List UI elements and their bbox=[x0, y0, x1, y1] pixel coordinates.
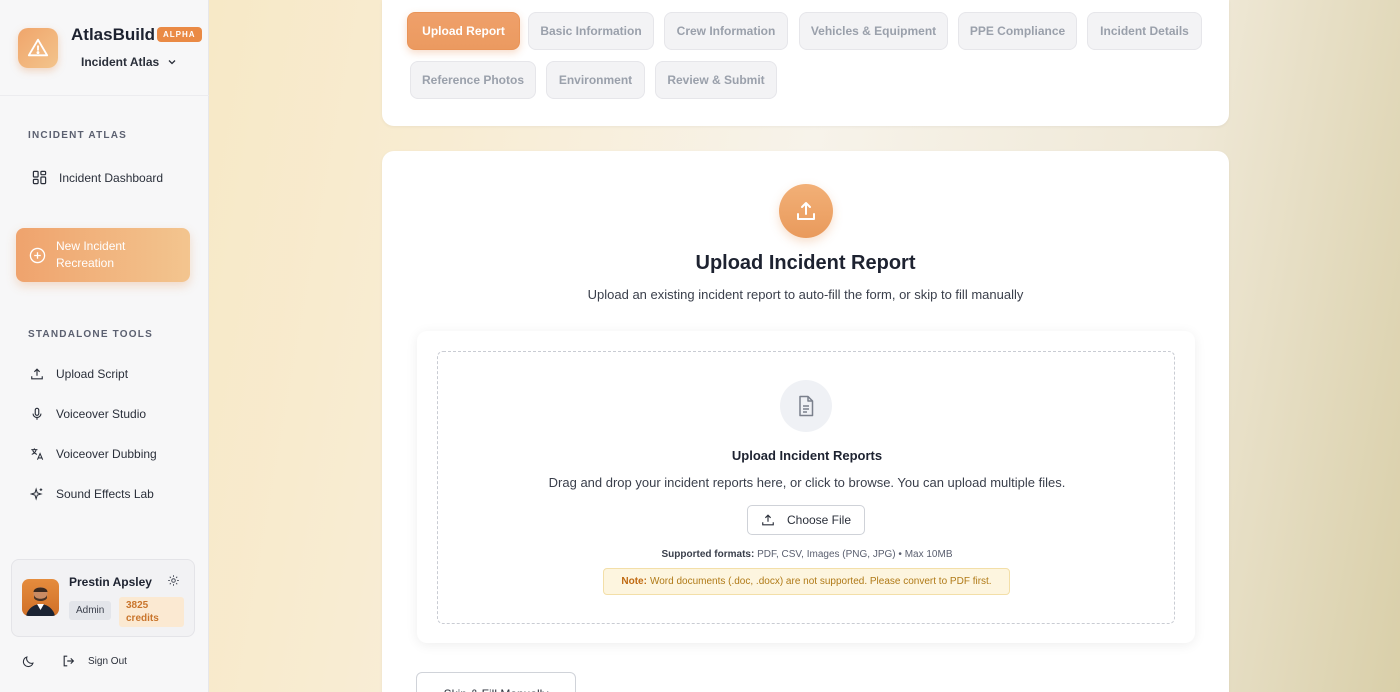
role-badge: Admin bbox=[69, 601, 112, 620]
section-label-incident-atlas: INCIDENT ATLAS bbox=[28, 130, 128, 141]
sidebar-item-upload-script[interactable]: Upload Script bbox=[30, 367, 128, 381]
user-card: Prestin Apsley Admin 3825 credits bbox=[11, 559, 195, 637]
tab-incident-details[interactable]: Incident Details bbox=[1087, 12, 1202, 50]
word-docs-note: Note: Word documents (.doc, .docx) are n… bbox=[603, 568, 1010, 595]
chevron-down-icon bbox=[168, 60, 176, 65]
sidebar-item-label: Incident Dashboard bbox=[59, 170, 164, 185]
tab-reference-photos[interactable]: Reference Photos bbox=[410, 61, 536, 99]
upload-icon bbox=[762, 514, 774, 526]
tab-environment[interactable]: Environment bbox=[546, 61, 645, 99]
formats-label: Supported formats: bbox=[661, 549, 755, 560]
sidebar-item-label: Voiceover Studio bbox=[56, 407, 147, 421]
upload-icon bbox=[31, 368, 43, 380]
tab-ppe-compliance[interactable]: PPE Compliance bbox=[958, 12, 1077, 50]
tab-upload-report[interactable]: Upload Report bbox=[407, 12, 520, 50]
sign-out-label: Sign Out bbox=[88, 655, 127, 667]
upload-icon bbox=[779, 184, 833, 238]
note-label: Note: bbox=[621, 576, 647, 587]
supported-formats: Supported formats: PDF, CSV, Images (PNG… bbox=[438, 549, 1176, 560]
page-subtitle: Upload an existing incident report to au… bbox=[587, 287, 1024, 302]
tab-review-submit[interactable]: Review & Submit bbox=[655, 61, 777, 99]
sidebar-footer: Sign Out bbox=[22, 654, 127, 668]
sidebar-item-incident-dashboard[interactable]: Incident Dashboard bbox=[32, 170, 163, 185]
user-name: Prestin Apsley bbox=[69, 575, 152, 589]
upload-report-card: Upload Incident Report Upload an existin… bbox=[382, 151, 1229, 692]
sidebar-item-voiceover-dubbing[interactable]: Voiceover Dubbing bbox=[30, 447, 157, 461]
tab-basic-information[interactable]: Basic Information bbox=[528, 12, 654, 50]
cta-label: New Incident Recreation bbox=[56, 239, 126, 270]
workspace-switcher[interactable]: Incident Atlas bbox=[81, 55, 177, 69]
sidebar-item-label: Upload Script bbox=[56, 367, 129, 381]
formats-value: PDF, CSV, Images (PNG, JPG) • Max 10MB bbox=[757, 549, 953, 560]
moon-icon[interactable] bbox=[22, 655, 35, 668]
sidebar: AtlasBuild ALPHA Incident Atlas INCIDENT… bbox=[0, 0, 209, 692]
sidebar-item-label: Voiceover Dubbing bbox=[56, 447, 157, 461]
choose-file-button[interactable]: Choose File bbox=[747, 505, 865, 535]
warning-logo-icon bbox=[18, 28, 58, 68]
translate-icon bbox=[31, 448, 44, 460]
step-tabs-card: Upload Report Basic Information Crew Inf… bbox=[382, 0, 1229, 126]
upload-panel: Upload Incident Reports Drag and drop yo… bbox=[417, 331, 1195, 643]
page-title: Upload Incident Report bbox=[695, 252, 916, 274]
sidebar-item-sound-effects-lab[interactable]: Sound Effects Lab bbox=[30, 487, 154, 501]
section-label-standalone-tools: STANDALONE TOOLS bbox=[28, 329, 153, 340]
gear-icon[interactable] bbox=[167, 574, 180, 587]
microphone-icon bbox=[32, 407, 42, 420]
workspace-name: Incident Atlas bbox=[81, 55, 160, 69]
credits-badge: 3825 credits bbox=[119, 597, 184, 627]
skip-fill-manually-button[interactable]: Skip & Fill Manually bbox=[416, 672, 576, 692]
dropzone-title: Upload Incident Reports bbox=[731, 448, 883, 463]
sign-out-button[interactable]: Sign Out bbox=[62, 654, 127, 668]
file-dropzone[interactable]: Upload Incident Reports Drag and drop yo… bbox=[437, 351, 1175, 624]
new-incident-recreation-button[interactable]: New Incident Recreation bbox=[16, 228, 190, 282]
sidebar-item-voiceover-studio[interactable]: Voiceover Studio bbox=[30, 407, 146, 421]
dashboard-grid-icon bbox=[32, 170, 47, 185]
sparkles-icon bbox=[30, 487, 43, 501]
tab-vehicles-equipment[interactable]: Vehicles & Equipment bbox=[799, 12, 948, 50]
brand[interactable]: AtlasBuild ALPHA bbox=[18, 25, 202, 68]
brand-name: AtlasBuild bbox=[71, 25, 156, 44]
tab-crew-information[interactable]: Crew Information bbox=[664, 12, 788, 50]
divider bbox=[0, 95, 209, 96]
note-text: Word documents (.doc, .docx) are not sup… bbox=[649, 576, 992, 587]
dropzone-description: Drag and drop your incident reports here… bbox=[548, 475, 1066, 490]
avatar[interactable] bbox=[22, 579, 59, 616]
sidebar-item-label: Sound Effects Lab bbox=[56, 487, 154, 501]
choose-file-label: Choose File bbox=[786, 513, 852, 527]
alpha-badge: ALPHA bbox=[157, 27, 202, 42]
document-icon bbox=[780, 380, 832, 432]
sign-out-icon bbox=[63, 655, 75, 667]
plus-circle-icon bbox=[29, 247, 46, 263]
